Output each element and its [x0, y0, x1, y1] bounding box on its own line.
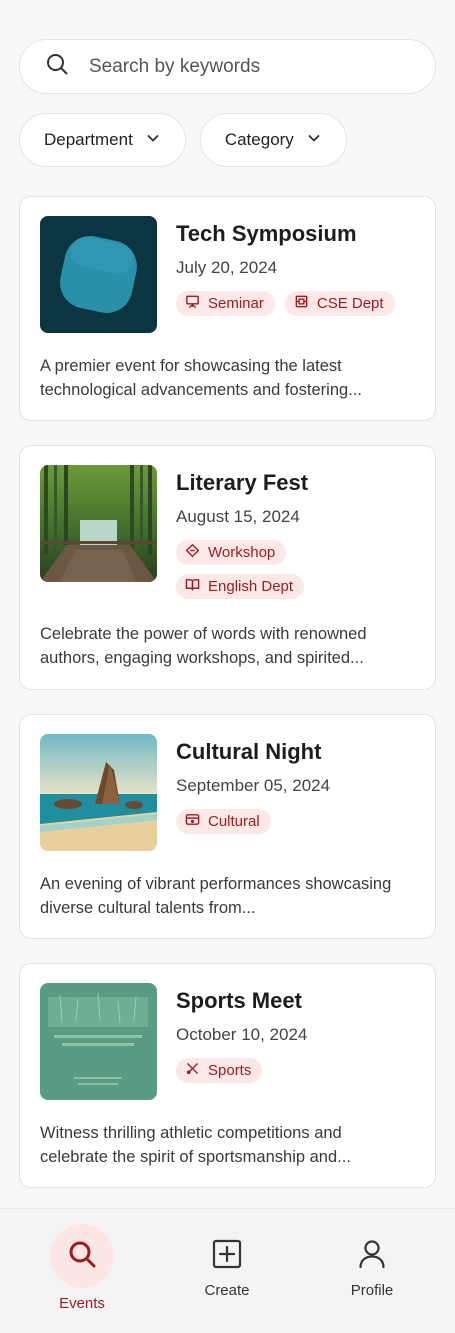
tag-label: Seminar [208, 295, 264, 312]
department-filter[interactable]: Department [19, 113, 186, 167]
event-date: September 05, 2024 [176, 776, 331, 795]
category-tag: Workshop [176, 540, 287, 565]
cpu-icon [294, 294, 317, 313]
event-description: Witness thrilling athletic competitions … [40, 1124, 351, 1166]
tag-label: Sports [208, 1062, 252, 1079]
event-card[interactable]: Cultural Night September 05, 2024 Cultur… [19, 714, 436, 939]
department-tag: English Dept [176, 574, 305, 599]
book-open-icon [185, 577, 208, 596]
event-thumbnail [40, 465, 157, 582]
search-bar[interactable] [19, 39, 436, 94]
event-description: Celebrate the power of words with renown… [40, 625, 367, 667]
event-date: July 20, 2024 [176, 258, 278, 277]
event-thumbnail [40, 983, 157, 1100]
chevron-down-icon [294, 130, 322, 151]
event-description: A premier event for showcasing the lates… [40, 357, 362, 399]
department-filter-label: Department [44, 130, 133, 149]
department-tag: CSE Dept [284, 291, 395, 316]
search-icon [66, 1238, 98, 1275]
filter-row: Department Category [19, 113, 347, 167]
event-thumbnail [40, 734, 157, 851]
racket-icon [185, 1061, 208, 1080]
nav-label: Profile [350, 1282, 394, 1299]
bottom-nav: Events Create Profile [0, 1208, 455, 1333]
event-description: An evening of vibrant performances showc… [40, 875, 392, 917]
category-tag: Seminar [176, 291, 275, 316]
category-tag: Cultural [176, 809, 271, 834]
tag-label: Workshop [208, 544, 276, 561]
chevron-down-icon [133, 130, 161, 151]
event-card[interactable]: Sports Meet October 10, 2024 Sports Witn… [19, 963, 436, 1188]
event-date: October 10, 2024 [176, 1025, 308, 1044]
tag-label: English Dept [208, 578, 294, 595]
nav-create[interactable]: Create [162, 1209, 292, 1299]
user-icon [356, 1238, 388, 1275]
event-date: August 15, 2024 [176, 507, 300, 526]
category-filter[interactable]: Category [199, 113, 347, 167]
tool-icon [185, 543, 208, 562]
nav-label: Events [59, 1295, 105, 1312]
search-input[interactable] [89, 55, 389, 78]
event-title: Literary Fest [176, 470, 309, 495]
event-card[interactable]: Literary Fest August 15, 2024 Workshop E… [19, 445, 436, 690]
event-title: Tech Symposium [176, 221, 357, 246]
category-filter-label: Category [224, 130, 294, 149]
search-icon [45, 52, 69, 81]
nav-events[interactable]: Events [17, 1209, 147, 1312]
tag-label: Cultural [208, 813, 260, 830]
tag-label: CSE Dept [316, 295, 384, 312]
event-title: Sports Meet [176, 988, 302, 1013]
presentation-icon [185, 294, 208, 313]
plus-square-icon [211, 1238, 243, 1275]
nav-profile[interactable]: Profile [307, 1209, 437, 1299]
nav-label: Create [204, 1282, 250, 1299]
event-thumbnail [40, 216, 157, 333]
category-tag: Sports [176, 1058, 263, 1083]
ticket-icon [185, 812, 208, 831]
event-title: Cultural Night [176, 739, 322, 764]
event-card[interactable]: Tech Symposium July 20, 2024 Seminar CSE… [19, 196, 436, 421]
